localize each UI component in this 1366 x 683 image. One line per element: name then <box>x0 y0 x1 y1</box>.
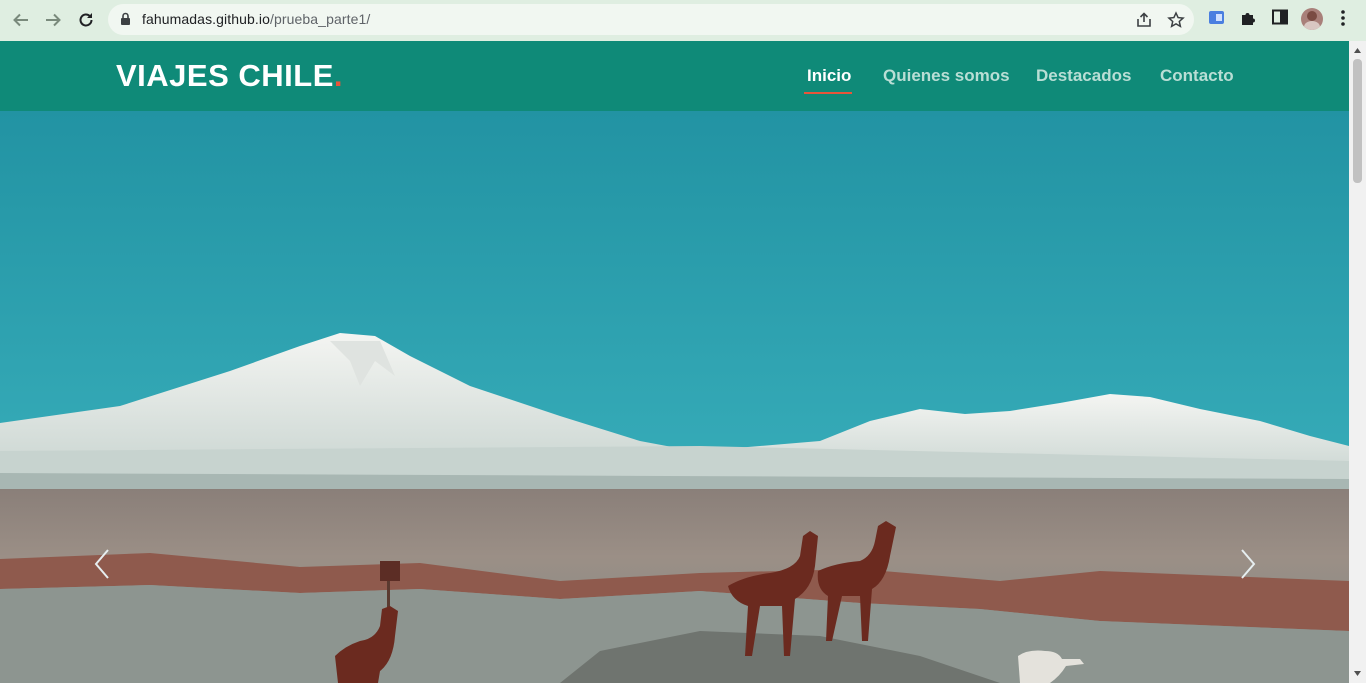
nav-link-contacto[interactable]: Contacto <box>1160 66 1234 86</box>
site-header: VIAJES CHILE. Inicio Quienes somos Desta… <box>0 41 1349 111</box>
logo-text: VIAJES CHILE <box>116 58 334 93</box>
hero-carousel <box>0 111 1349 683</box>
active-nav-indicator <box>804 92 852 94</box>
scroll-up-icon[interactable] <box>1353 46 1362 55</box>
scrollbar-thumb[interactable] <box>1353 59 1362 183</box>
nav-link-inicio[interactable]: Inicio <box>807 66 851 86</box>
back-button[interactable] <box>8 7 34 33</box>
side-panel-icon[interactable] <box>1272 9 1288 25</box>
profile-avatar[interactable] <box>1301 8 1323 30</box>
carousel-next-button[interactable] <box>1232 546 1262 582</box>
hero-landscape-image <box>0 111 1349 683</box>
bookmark-star-icon[interactable] <box>1167 11 1185 29</box>
nav-link-destacados[interactable]: Destacados <box>1036 66 1131 86</box>
nav-link-quienes-somos[interactable]: Quienes somos <box>883 66 1010 86</box>
url-host: fahumadas.github.io <box>142 11 270 27</box>
share-icon[interactable] <box>1135 11 1153 29</box>
more-vert-icon[interactable] <box>1340 9 1346 27</box>
arrow-left-icon <box>13 13 28 27</box>
chevron-left-icon <box>94 549 109 579</box>
lock-icon <box>121 12 130 25</box>
url-path: /prueba_parte1/ <box>270 11 371 27</box>
site-logo[interactable]: VIAJES CHILE. <box>116 58 343 94</box>
logo-dot: . <box>333 58 344 93</box>
forward-button[interactable] <box>40 7 66 33</box>
carousel-prev-button[interactable] <box>88 546 118 582</box>
chevron-right-icon <box>1241 549 1256 579</box>
page-scrollbar[interactable] <box>1349 41 1366 683</box>
reload-icon <box>79 13 93 27</box>
scroll-down-icon[interactable] <box>1353 669 1362 678</box>
arrow-right-icon <box>46 13 61 27</box>
address-bar[interactable]: fahumadas.github.io/prueba_parte1/ <box>108 4 1194 35</box>
browser-toolbar: fahumadas.github.io/prueba_parte1/ <box>0 0 1366 41</box>
extension-translate-icon[interactable] <box>1208 9 1225 26</box>
puzzle-icon[interactable] <box>1240 9 1257 26</box>
reload-button[interactable] <box>73 7 99 33</box>
address-url: fahumadas.github.io/prueba_parte1/ <box>142 11 370 27</box>
